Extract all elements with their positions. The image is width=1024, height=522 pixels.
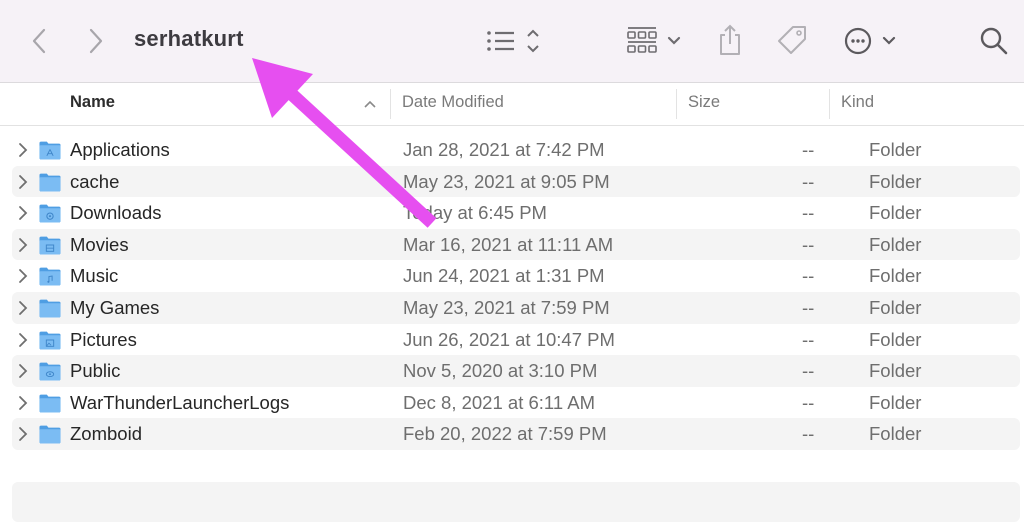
sort-ascending-icon[interactable]: [363, 99, 377, 109]
file-name[interactable]: Zomboid: [70, 423, 142, 445]
toolbar: serhatkurt: [0, 0, 1024, 83]
ellipsis-circle-icon: [844, 27, 896, 55]
file-row[interactable]: Pictures Jun 26, 2021 at 10:47 PM -- Fol…: [12, 324, 1020, 356]
disclosure-chevron-icon[interactable]: [17, 300, 29, 316]
file-kind: Folder: [869, 360, 922, 382]
folder-icon: [39, 362, 61, 381]
group-button[interactable]: [626, 24, 686, 58]
file-kind: Folder: [869, 296, 922, 318]
file-kind: Folder: [869, 423, 922, 445]
file-row[interactable]: My Games May 23, 2021 at 7:59 PM -- Fold…: [12, 291, 1020, 324]
file-name[interactable]: cache: [70, 171, 119, 193]
file-kind: Folder: [869, 170, 922, 192]
disclosure-chevron-icon[interactable]: [17, 426, 29, 442]
empty-row: [12, 482, 1020, 522]
file-list: Applications Jan 28, 2021 at 7:42 PM -- …: [0, 134, 1024, 450]
file-row[interactable]: Public Nov 5, 2020 at 3:10 PM -- Folder: [12, 355, 1020, 387]
tag-icon: [778, 26, 806, 54]
window-title: serhatkurt: [134, 26, 244, 51]
file-date-modified: May 23, 2021 at 9:05 PM: [403, 170, 610, 192]
file-row[interactable]: Music Jun 24, 2021 at 1:31 PM -- Folder: [12, 260, 1020, 292]
folder-icon: [39, 267, 61, 286]
column-date-modified[interactable]: Date Modified: [402, 93, 504, 112]
file-date-modified: Mar 16, 2021 at 11:11 AM: [403, 233, 614, 255]
chevron-left-icon: [32, 28, 46, 54]
folder-icon: [39, 331, 61, 350]
file-date-modified: Today at 6:45 PM: [403, 202, 547, 224]
disclosure-chevron-icon[interactable]: [17, 363, 29, 379]
file-name[interactable]: Applications: [70, 139, 170, 161]
disclosure-chevron-icon[interactable]: [17, 332, 29, 348]
file-date-modified: May 23, 2021 at 7:59 PM: [403, 296, 610, 318]
disclosure-chevron-icon[interactable]: [17, 237, 29, 253]
file-name[interactable]: My Games: [70, 297, 159, 319]
column-divider[interactable]: [390, 89, 391, 119]
file-row[interactable]: Movies Mar 16, 2021 at 11:11 AM -- Folde…: [12, 228, 1020, 261]
folder-icon: [39, 236, 61, 255]
folder-icon: [39, 204, 61, 223]
file-size: --: [802, 170, 815, 192]
file-row[interactable]: Applications Jan 28, 2021 at 7:42 PM -- …: [12, 134, 1020, 166]
file-size: --: [802, 233, 815, 255]
file-name[interactable]: Pictures: [70, 329, 137, 351]
tag-button[interactable]: [774, 22, 810, 58]
file-date-modified: Jun 24, 2021 at 1:31 PM: [403, 265, 605, 287]
file-date-modified: Nov 5, 2020 at 3:10 PM: [403, 360, 598, 382]
file-row[interactable]: Zomboid Feb 20, 2022 at 7:59 PM -- Folde…: [12, 418, 1020, 450]
folder-icon: [39, 141, 61, 160]
file-kind: Folder: [869, 328, 922, 350]
search-icon: [980, 27, 1008, 55]
forward-button[interactable]: [85, 26, 107, 56]
file-name[interactable]: Music: [70, 265, 118, 287]
file-date-modified: Feb 20, 2022 at 7:59 PM: [403, 423, 607, 445]
file-kind: Folder: [869, 265, 922, 287]
more-actions-button[interactable]: [843, 25, 899, 57]
file-size: --: [802, 296, 815, 318]
file-date-modified: Dec 8, 2021 at 6:11 AM: [403, 391, 595, 413]
file-name[interactable]: Downloads: [70, 202, 162, 224]
file-row[interactable]: Downloads Today at 6:45 PM -- Folder: [12, 197, 1020, 229]
file-row[interactable]: WarThunderLauncherLogs Dec 8, 2021 at 6:…: [12, 387, 1020, 419]
file-row[interactable]: cache May 23, 2021 at 9:05 PM -- Folder: [12, 165, 1020, 198]
folder-icon: [39, 394, 61, 413]
file-kind: Folder: [869, 233, 922, 255]
disclosure-chevron-icon[interactable]: [17, 268, 29, 284]
file-name[interactable]: WarThunderLauncherLogs: [70, 392, 289, 414]
disclosure-chevron-icon[interactable]: [17, 205, 29, 221]
column-divider[interactable]: [829, 89, 830, 119]
file-size: --: [802, 139, 815, 160]
file-kind: Folder: [869, 202, 922, 224]
disclosure-chevron-icon[interactable]: [17, 395, 29, 411]
file-size: --: [802, 202, 815, 224]
column-kind[interactable]: Kind: [841, 93, 874, 112]
share-button[interactable]: [715, 22, 745, 58]
back-button[interactable]: [28, 26, 50, 56]
disclosure-chevron-icon[interactable]: [17, 174, 29, 190]
column-header: Name Date Modified Size Kind: [0, 83, 1024, 126]
file-size: --: [802, 391, 815, 413]
share-icon: [720, 24, 740, 55]
search-button[interactable]: [978, 25, 1010, 57]
file-size: --: [802, 423, 815, 445]
list-view-icon: [487, 29, 539, 53]
file-kind: Folder: [869, 391, 922, 413]
file-date-modified: Jun 26, 2021 at 10:47 PM: [403, 328, 615, 350]
file-name[interactable]: Movies: [70, 234, 129, 256]
folder-icon: [39, 425, 61, 444]
file-name[interactable]: Public: [70, 360, 120, 382]
disclosure-chevron-icon[interactable]: [17, 142, 29, 158]
folder-icon: [39, 173, 61, 192]
file-size: --: [802, 265, 815, 287]
grid-group-icon: [627, 27, 681, 53]
chevron-right-icon: [89, 28, 103, 54]
view-options-button[interactable]: [484, 26, 544, 56]
column-name[interactable]: Name: [70, 93, 115, 112]
folder-icon: [39, 299, 61, 318]
file-kind: Folder: [869, 139, 922, 160]
column-size[interactable]: Size: [688, 93, 720, 112]
file-date-modified: Jan 28, 2021 at 7:42 PM: [403, 139, 605, 160]
file-size: --: [802, 328, 815, 350]
column-divider[interactable]: [676, 89, 677, 119]
file-size: --: [802, 360, 815, 382]
